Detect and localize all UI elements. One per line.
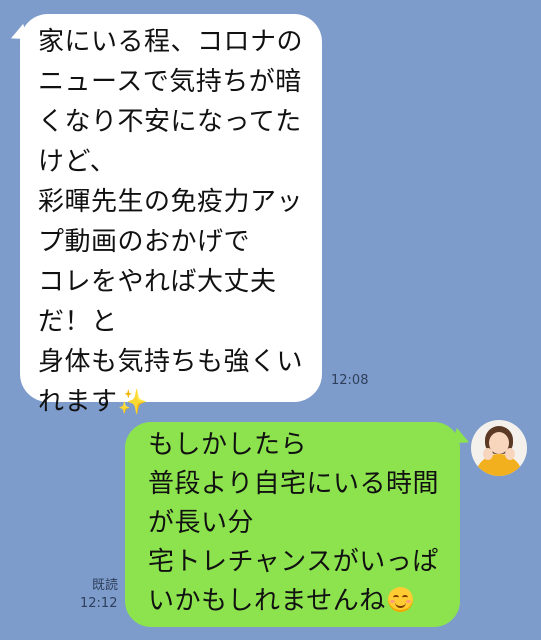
message-line-last: れます✨	[38, 382, 322, 422]
sparkles-emoji-icon: ✨	[117, 388, 148, 416]
message-line: 家にいる程、コロナの	[38, 27, 304, 57]
read-receipt: 既読	[91, 578, 118, 593]
message-line: くなり不安になってた	[38, 107, 302, 137]
incoming-message-bubble[interactable]: 家にいる程、コロナの ニュースで気持ちが暗 くなり不安になってた けど、 彩暉先…	[7, 14, 322, 417]
message-line: 宅トレチャンスがいっぱ	[148, 547, 439, 577]
message-line-last: いかもしれませんね	[148, 582, 460, 621]
message-line: 彩暉先生の免疫力アッ	[38, 187, 304, 217]
message-line: が長い分	[148, 508, 255, 538]
smiling-face-emoji-icon	[387, 587, 413, 612]
message-line: ニュースで気持ちが暗	[38, 67, 302, 97]
message-line: けど、	[38, 147, 117, 177]
bubble-tail	[7, 23, 29, 45]
message-line: プ動画のおかげで	[38, 227, 251, 257]
message-line: 普段より自宅にいる時間	[148, 469, 439, 499]
outgoing-message-bubble[interactable]: もしかしたら 普段より自宅にいる時間 が長い分 宅トレチャンスがいっぱ いかもし…	[125, 422, 473, 627]
message-text: れます	[38, 387, 118, 417]
chat-area[interactable]: 家にいる程、コロナの ニュースで気持ちが暗 くなり不安になってた けど、 彩暉先…	[0, 0, 541, 640]
user-avatar[interactable]	[471, 420, 527, 476]
message-line: だ！と	[38, 307, 118, 337]
message-line: もしかしたら	[148, 430, 308, 460]
message-line: 身体も気持ちも強くい	[38, 347, 304, 377]
message-line: コレをやれば大丈夫	[38, 267, 277, 297]
message-text: いかもしれませんね	[148, 586, 386, 616]
message-timestamp: 12:08	[331, 373, 369, 388]
message-timestamp: 12:12	[80, 596, 118, 611]
